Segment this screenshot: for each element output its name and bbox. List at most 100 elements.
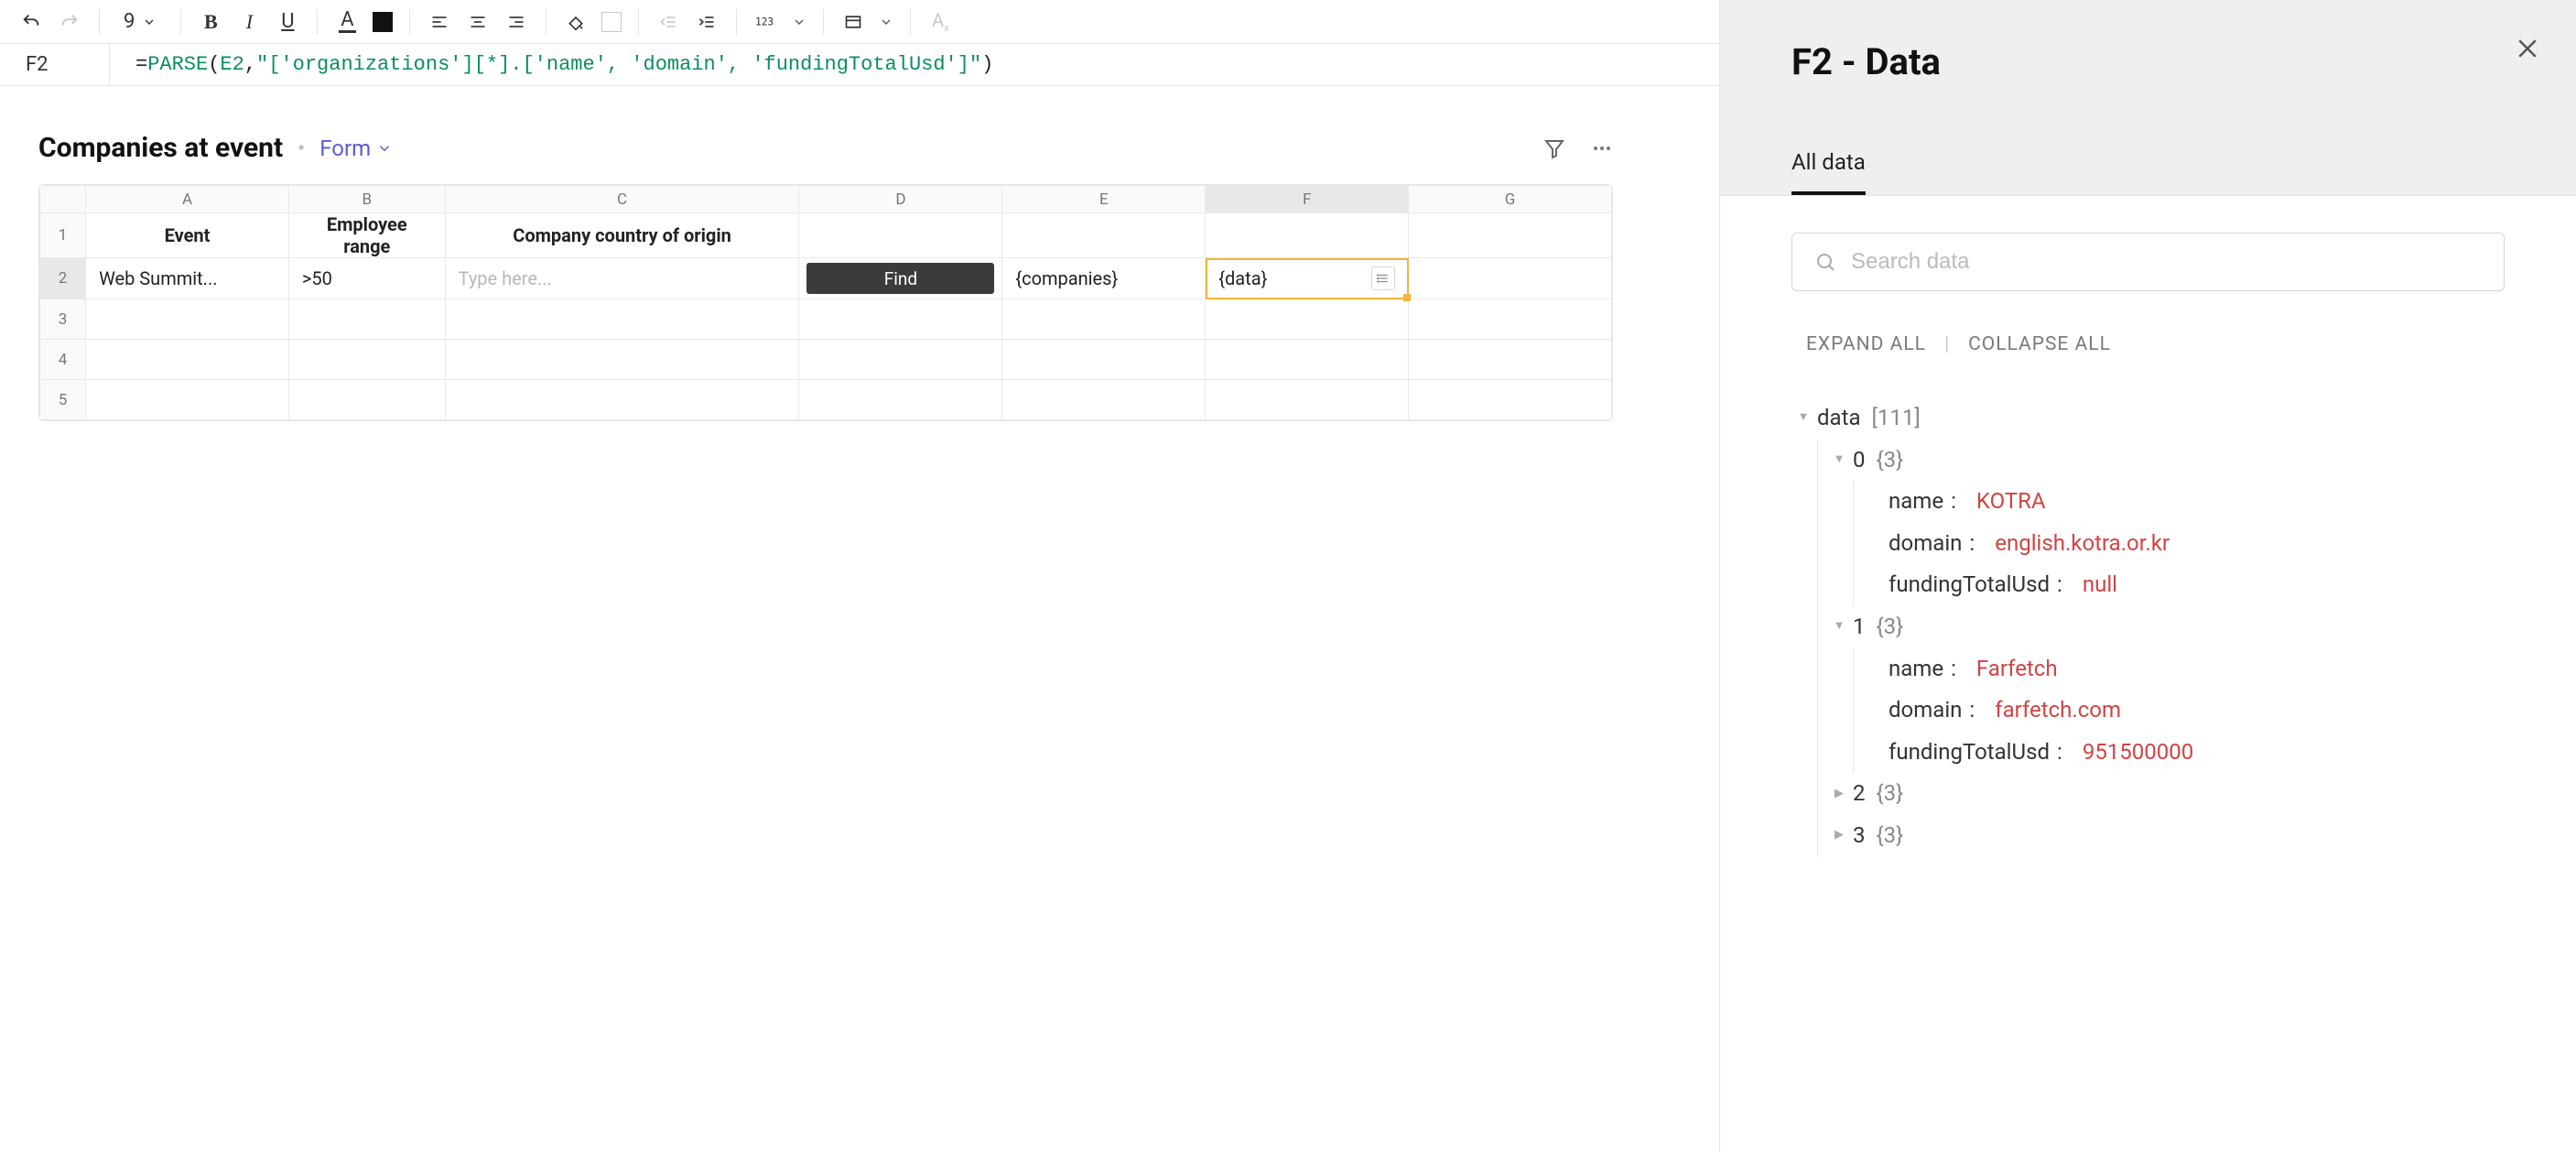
filter-icon[interactable]: [1543, 137, 1565, 159]
find-button[interactable]: Find: [806, 263, 994, 294]
redo-button[interactable]: [57, 9, 82, 35]
caret-down-icon[interactable]: ▼: [1833, 449, 1845, 472]
cell-B2[interactable]: >50: [288, 258, 445, 299]
expand-all-button[interactable]: EXPAND ALL: [1806, 333, 1926, 355]
bold-button[interactable]: B: [198, 9, 223, 35]
col-header-E[interactable]: E: [1002, 186, 1206, 213]
fill-color-swatch[interactable]: [373, 12, 393, 32]
tree-leaf[interactable]: domain:english.kotra.or.kr: [1868, 523, 2505, 565]
header-cell-D[interactable]: [799, 213, 1002, 258]
col-header-C[interactable]: C: [445, 186, 799, 213]
column-type-button[interactable]: [840, 9, 866, 35]
close-button[interactable]: [2514, 35, 2541, 66]
undo-button[interactable]: [18, 9, 44, 35]
tree-item[interactable]: ▼1{3}: [1833, 606, 2505, 648]
tree-item[interactable]: ▶3{3}: [1833, 815, 2505, 857]
tree-item[interactable]: ▼0{3}: [1833, 440, 2505, 482]
caret-down-icon[interactable]: ▼: [1797, 407, 1810, 429]
expand-controls: EXPAND ALL | COLLAPSE ALL: [1791, 333, 2505, 355]
corner-cell[interactable]: [40, 186, 86, 213]
form-link[interactable]: Form: [319, 136, 393, 161]
panel-header: F2 - Data All data: [1720, 0, 2576, 196]
text-color-button[interactable]: A: [334, 9, 360, 35]
row-num-4[interactable]: 4: [40, 340, 86, 380]
number-format-button[interactable]: 123: [753, 9, 779, 35]
col-header-A[interactable]: A: [86, 186, 289, 213]
tree-leaf[interactable]: fundingTotalUsd:null: [1868, 564, 2505, 606]
more-icon[interactable]: [1591, 137, 1613, 159]
chevron-down-icon[interactable]: [879, 15, 893, 29]
sheet-header-row: 1 Event Employee range Company country o…: [40, 213, 1612, 258]
fill-tool-color[interactable]: [601, 12, 622, 32]
search-icon: [1814, 251, 1836, 273]
col-header-B[interactable]: B: [288, 186, 445, 213]
caret-down-icon[interactable]: ▼: [1833, 615, 1845, 638]
svg-text:123: 123: [755, 16, 774, 27]
align-left-button[interactable]: [427, 9, 452, 35]
toolbar: 9 B I U A: [0, 0, 1719, 44]
json-tree: ▼ data [111] ▼0{3}name:KOTRAdomain:engli…: [1791, 397, 2505, 857]
tab-all-data[interactable]: All data: [1791, 149, 1866, 195]
header-cell-F[interactable]: [1206, 213, 1409, 258]
indent-increase-button[interactable]: [694, 9, 720, 35]
search-data-box[interactable]: [1791, 233, 2505, 291]
tree-leaf[interactable]: name:Farfetch: [1868, 648, 2505, 690]
fill-tool-button[interactable]: [563, 9, 589, 35]
header-cell-G[interactable]: [1409, 213, 1612, 258]
tree-leaf[interactable]: name:KOTRA: [1868, 481, 2505, 523]
main-area: 9 B I U A: [0, 0, 1719, 1152]
header-cell-E[interactable]: [1002, 213, 1206, 258]
row-num-3[interactable]: 3: [40, 299, 86, 340]
sheet-row-5: 5: [40, 380, 1612, 420]
tree-root[interactable]: ▼ data [111]: [1797, 397, 2505, 440]
cell-A2[interactable]: Web Summit...: [86, 258, 289, 299]
row-num-5[interactable]: 5: [40, 380, 86, 420]
align-right-button[interactable]: [503, 9, 529, 35]
sheet-row-3: 3: [40, 299, 1612, 340]
sheet-row-2: 2 Web Summit... >50 Type here... Find {c…: [40, 258, 1612, 299]
spreadsheet-grid: A B C D E F G 1 Event Employee range Com: [38, 184, 1613, 421]
cell-detail-icon[interactable]: [1371, 266, 1395, 290]
formula-input[interactable]: =PARSE(E2,"['organizations'][*].['name',…: [110, 53, 1719, 76]
sheet-title: Companies at event: [38, 132, 283, 164]
align-center-button[interactable]: [465, 9, 491, 35]
cell-E2[interactable]: {companies}: [1002, 258, 1206, 299]
header-cell-C[interactable]: Company country of origin: [445, 213, 799, 258]
header-cell-B[interactable]: Employee range: [288, 213, 445, 258]
indent-decrease-button[interactable]: [655, 9, 681, 35]
sheet-content: Companies at event • Form: [0, 86, 1719, 1152]
col-header-F[interactable]: F: [1206, 186, 1409, 213]
tree-leaf[interactable]: domain:farfetch.com: [1868, 690, 2505, 732]
panel-body: EXPAND ALL | COLLAPSE ALL ▼ data [111] ▼…: [1720, 196, 2576, 1152]
col-header-G[interactable]: G: [1409, 186, 1612, 213]
caret-right-icon[interactable]: ▶: [1833, 783, 1845, 806]
cell-G2[interactable]: [1409, 258, 1612, 299]
panel-title: F2 - Data: [1791, 40, 2505, 83]
header-cell-A[interactable]: Event: [86, 213, 289, 258]
col-header-D[interactable]: D: [799, 186, 1002, 213]
tree-leaf[interactable]: fundingTotalUsd:951500000: [1868, 732, 2505, 774]
caret-right-icon[interactable]: ▶: [1833, 824, 1845, 847]
row-num-2[interactable]: 2: [40, 258, 86, 299]
tree-item[interactable]: ▶2{3}: [1833, 773, 2505, 815]
data-panel: F2 - Data All data EXPAND ALL | COLLAPSE…: [1719, 0, 2576, 1152]
tree-item-children: name:KOTRAdomain:english.kotra.or.krfund…: [1853, 481, 2505, 606]
panel-tabs: All data: [1791, 149, 2505, 195]
separator-dot: •: [298, 136, 305, 161]
cell-reference[interactable]: F2: [0, 44, 110, 85]
underline-button[interactable]: U: [275, 9, 300, 35]
formula-bar: F2 =PARSE(E2,"['organizations'][*].['nam…: [0, 44, 1719, 86]
collapse-all-button[interactable]: COLLAPSE ALL: [1968, 333, 2111, 355]
tree-item-children: name:Farfetchdomain:farfetch.comfundingT…: [1853, 648, 2505, 774]
font-size-value: 9: [124, 10, 135, 33]
cell-D2[interactable]: Find: [799, 258, 1002, 299]
row-num-1[interactable]: 1: [40, 213, 86, 258]
cell-C2[interactable]: Type here...: [445, 258, 799, 299]
clear-format-button[interactable]: Ax: [927, 9, 953, 35]
chevron-down-icon[interactable]: [792, 15, 806, 29]
cell-F2[interactable]: {data}: [1206, 258, 1409, 299]
italic-button[interactable]: I: [236, 9, 262, 35]
font-size-selector[interactable]: 9: [116, 10, 164, 33]
search-data-input[interactable]: [1851, 249, 2482, 275]
sheet-row-4: 4: [40, 340, 1612, 380]
